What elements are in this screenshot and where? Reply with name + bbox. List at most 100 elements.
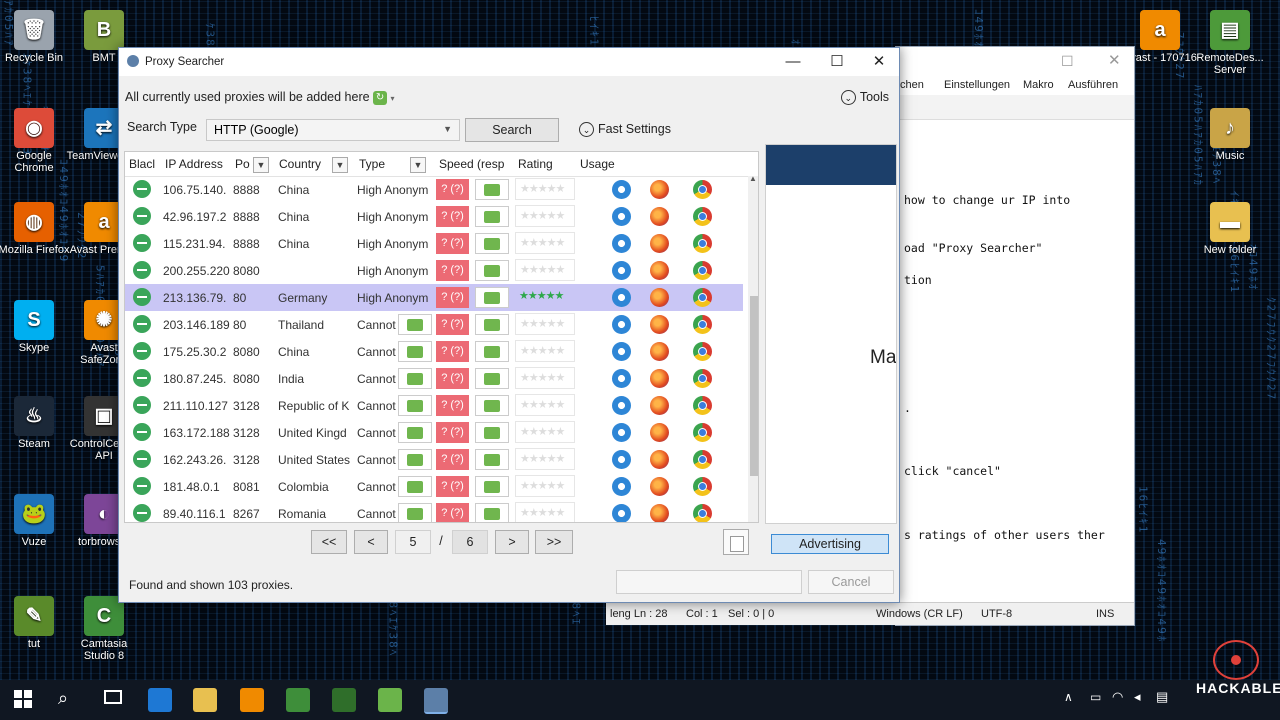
notepad-icon[interactable] [378, 688, 402, 712]
recheck-icon[interactable] [398, 503, 432, 522]
firefox-icon[interactable] [650, 315, 669, 334]
fast-settings-button[interactable]: ⌄ Fast Settings [579, 122, 671, 138]
rating-stars[interactable]: ★★★★★ [515, 178, 575, 200]
recheck-icon[interactable] [398, 476, 432, 497]
chrome-icon[interactable] [693, 477, 712, 496]
camtasia-icon[interactable] [286, 688, 310, 712]
internet-explorer-icon[interactable] [612, 369, 631, 388]
blacklist-remove-icon[interactable] [133, 450, 151, 468]
minimize-icon[interactable]: — [771, 48, 815, 76]
internet-explorer-icon[interactable] [612, 396, 631, 415]
internet-explorer-icon[interactable] [612, 342, 631, 361]
table-row[interactable]: 106.75.140. 8888 China High Anonym ? (?) ★★★★… [125, 176, 743, 203]
rating-stars[interactable]: ★★★★★ [515, 259, 575, 281]
internet-explorer-icon[interactable] [612, 450, 631, 469]
desktop-icon[interactable]: ▬ New folder [1192, 202, 1268, 256]
column-header[interactable]: Usage [580, 157, 630, 171]
recheck-icon[interactable] [398, 449, 432, 470]
menu-item[interactable]: chen [900, 79, 924, 91]
notepad-maximize-icon[interactable]: ☐ [1061, 53, 1074, 70]
table-row[interactable]: 42.96.197.2 8888 China High Anonym ? (?) ★★★★… [125, 203, 743, 230]
blacklist-remove-icon[interactable] [133, 396, 151, 414]
internet-explorer-icon[interactable] [612, 261, 631, 280]
column-header[interactable]: Po [235, 157, 253, 171]
wifi-icon[interactable]: ◠ [1112, 689, 1123, 705]
menu-item[interactable]: Makro [1023, 79, 1054, 91]
blacklist-remove-icon[interactable] [133, 288, 151, 306]
table-row[interactable]: 163.172.188 3128 United Kingd Cannot ? (?) ★★… [125, 419, 743, 446]
filter-icon[interactable]: ▼ [253, 157, 269, 173]
table-scrollbar[interactable]: ▲ [748, 174, 758, 522]
internet-explorer-icon[interactable] [612, 207, 631, 226]
tools-menu[interactable]: ⌄ Tools [840, 90, 889, 106]
blacklist-remove-icon[interactable] [133, 261, 151, 279]
column-header[interactable]: Blacl [129, 157, 159, 171]
first-page-button[interactable]: << [311, 530, 347, 554]
blacklist-remove-icon[interactable] [133, 342, 151, 360]
rating-stars[interactable]: ★★★★★ [515, 340, 575, 362]
search-button[interactable]: Search [465, 118, 559, 142]
rating-stars[interactable]: ★★★★★ [515, 313, 575, 335]
firefox-icon[interactable] [650, 342, 669, 361]
recheck-icon[interactable] [475, 179, 509, 200]
chrome-icon[interactable] [693, 234, 712, 253]
scrollbar-thumb[interactable] [750, 296, 758, 476]
blacklist-remove-icon[interactable] [133, 369, 151, 387]
blacklist-remove-icon[interactable] [133, 207, 151, 225]
scroll-up-icon[interactable]: ▲ [749, 174, 757, 183]
windows-start-icon[interactable] [14, 690, 32, 708]
prev-page-button[interactable]: < [354, 530, 388, 554]
last-page-button[interactable]: >> [535, 530, 573, 554]
chrome-icon[interactable] [693, 423, 712, 442]
filter-icon[interactable]: ▼ [410, 157, 426, 173]
internet-explorer-icon[interactable] [612, 477, 631, 496]
close-icon[interactable]: ✕ [857, 48, 901, 76]
firefox-icon[interactable] [650, 234, 669, 253]
chrome-icon[interactable] [693, 180, 712, 199]
firefox-icon[interactable] [650, 369, 669, 388]
dropdown-arrow-icon[interactable]: ▾ [391, 94, 395, 103]
notepad-window[interactable]: ☐ ✕ chen Einstellungen Makro Ausführen h… [606, 46, 1135, 626]
column-header[interactable]: Type [359, 157, 399, 171]
cancel-button[interactable]: Cancel [808, 570, 894, 594]
camtasia-recorder-icon[interactable] [332, 688, 356, 712]
firefox-icon[interactable] [650, 423, 669, 442]
recycle-icon[interactable]: ↻ [373, 90, 388, 105]
internet-explorer-icon[interactable] [612, 180, 631, 199]
rating-stars[interactable]: ★★★★★ [515, 286, 575, 308]
recheck-icon[interactable] [398, 422, 432, 443]
ad-panel[interactable]: Ma [765, 144, 897, 524]
desktop-icon[interactable]: 🐸 Vuze [0, 494, 72, 548]
notepad-editor[interactable]: how to change ur IP into oad "Proxy Sear… [896, 157, 1134, 585]
rating-stars[interactable]: ★★★★★ [515, 421, 575, 443]
recheck-icon[interactable] [475, 233, 509, 254]
table-row[interactable]: 115.231.94. 8888 China High Anonym ? (?) ★★★★… [125, 230, 743, 257]
firefox-icon[interactable] [650, 261, 669, 280]
desktop-icon[interactable]: ◍ Mozilla Firefox [0, 202, 72, 256]
recheck-icon[interactable] [475, 287, 509, 308]
search-type-select[interactable]: HTTP (Google) ▼ [206, 119, 460, 141]
recheck-icon[interactable] [475, 449, 509, 470]
chrome-icon[interactable] [693, 369, 712, 388]
internet-explorer-icon[interactable] [612, 504, 631, 522]
blacklist-remove-icon[interactable] [133, 477, 151, 495]
table-row[interactable]: 200.255.220 8080 High Anonym ? (?) ★★★★★ [125, 257, 743, 284]
firefox-icon[interactable] [650, 396, 669, 415]
proxy-searcher-taskbar-icon[interactable] [424, 688, 448, 714]
rating-stars[interactable]: ★★★★★ [515, 394, 575, 416]
proxy-searcher-window[interactable]: Proxy Searcher — ☐ ✕ All currently used … [118, 47, 900, 603]
firefox-icon[interactable] [650, 477, 669, 496]
battery-icon[interactable]: ▭ [1090, 690, 1101, 704]
filter-icon[interactable]: ▼ [332, 157, 348, 173]
desktop-icon[interactable]: ◉ Google Chrome [0, 108, 72, 174]
tray-chevron-icon[interactable]: ∧ [1064, 690, 1073, 704]
table-row[interactable]: 181.48.0.1 8081 Colombia Cannot ? (?) ★★★★★ [125, 473, 743, 500]
recheck-icon[interactable] [398, 314, 432, 335]
desktop-icon[interactable]: ♪ Music [1192, 108, 1268, 162]
recheck-icon[interactable] [475, 395, 509, 416]
chrome-icon[interactable] [693, 315, 712, 334]
rating-stars[interactable]: ★★★★★ [515, 232, 575, 254]
recheck-icon[interactable] [475, 341, 509, 362]
desktop-icon[interactable]: ♨ Steam [0, 396, 72, 450]
table-row[interactable]: 203.146.189 80 Thailand Cannot ? (?) ★★★★★ [125, 311, 743, 338]
